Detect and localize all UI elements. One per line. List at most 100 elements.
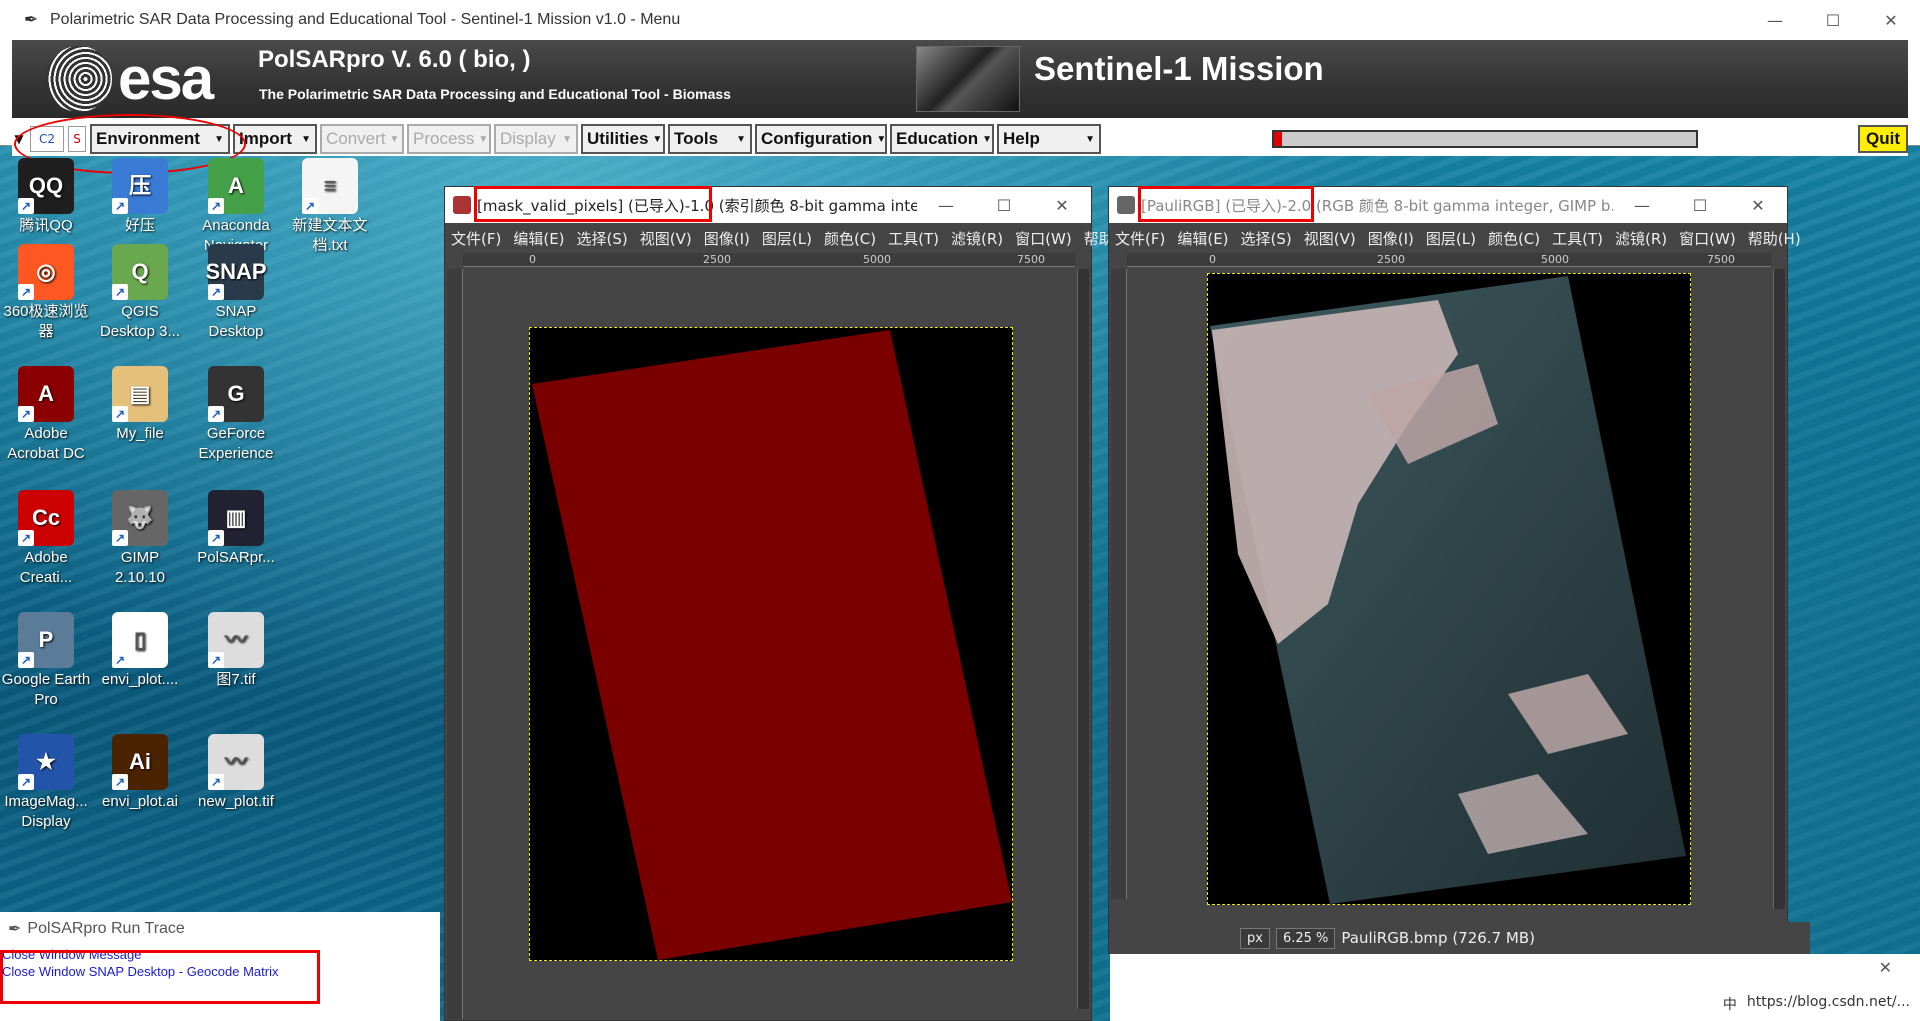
desktop-icon[interactable]: ≡ ↗ 新建文本文档.txt <box>284 158 376 256</box>
menu-environment-button[interactable]: Environment ▼ <box>90 124 230 154</box>
gimp-menu-item[interactable]: 窗口(W) <box>1015 228 1072 249</box>
desktop-icon[interactable]: ▯ ↗ envi_plot.... <box>94 612 186 690</box>
maximize-button[interactable]: ☐ <box>1804 0 1862 40</box>
desktop-icon[interactable]: Ai ↗ envi_plot.ai <box>94 734 186 812</box>
gimp-menu-item[interactable]: 颜色(C) <box>824 228 876 249</box>
mode-field[interactable]: S <box>68 126 86 152</box>
gimp-mask-window[interactable]: [mask_valid_pixels] (已导入)-1.0 (索引颜色 8-bi… <box>444 186 1114 1021</box>
desktop-icon[interactable]: ▥ ↗ PolSARpr... <box>190 490 282 568</box>
caret-down-icon: ▼ <box>1085 133 1095 145</box>
gimp-menu-item[interactable]: 视图(V) <box>1304 228 1356 249</box>
ruler-tick: 0 <box>1209 253 1216 266</box>
menu-help-button[interactable]: Help ▼ <box>997 124 1101 154</box>
desktop-icon[interactable]: G ↗ GeForce Experience <box>190 366 282 464</box>
shortcut-arrow-icon: ↗ <box>302 198 318 214</box>
gimp-mask-menubar: 文件(F) 编辑(E) 选择(S) 视图(V) 图像(I) 图层(L) 颜色(C) 工具(T)… <box>445 223 1114 253</box>
caret-down-icon: ▼ <box>652 133 663 145</box>
caret-down-icon: ▼ <box>562 133 572 145</box>
gimp-menu-item[interactable]: 图像(I) <box>704 228 750 249</box>
gimp-menu-item[interactable]: 编辑(E) <box>1177 228 1228 249</box>
gimp-menu-item[interactable]: 文件(F) <box>1115 228 1165 249</box>
menu-education-button[interactable]: Education ▼ <box>890 124 994 154</box>
gimp-menu-item[interactable]: 图层(L) <box>1426 228 1476 249</box>
gimp-mask-titlebar: [mask_valid_pixels] (已导入)-1.0 (索引颜色 8-bi… <box>445 187 1091 223</box>
progress-fill <box>1274 132 1283 146</box>
maximize-button[interactable]: ☐ <box>1671 187 1729 223</box>
desktop-icon-label: GeForce Experience <box>198 425 274 462</box>
quit-button[interactable]: Quit <box>1858 125 1908 153</box>
ime-indicator[interactable]: 中 <box>1723 994 1737 1014</box>
gimp-menu-item[interactable]: 图层(L) <box>762 228 812 249</box>
maximize-button[interactable]: ☐ <box>975 187 1033 223</box>
minimize-button[interactable]: — <box>1613 187 1671 223</box>
desktop-icon[interactable]: QQ ↗ 腾讯QQ <box>0 158 92 236</box>
ruler-tick: 5000 <box>863 253 891 266</box>
desktop-icon[interactable]: SNAP ↗ SNAP Desktop <box>190 244 282 342</box>
shortcut-arrow-icon: ↗ <box>18 284 34 300</box>
gimp-menu-item[interactable]: 图像(I) <box>1368 228 1414 249</box>
gimp-menu-item[interactable]: 选择(S) <box>577 228 628 249</box>
esa-swirl-icon <box>46 46 112 112</box>
caret-down-icon: ▼ <box>301 133 311 145</box>
gimp-menu-item[interactable]: 滤镜(R) <box>951 228 1003 249</box>
zoom-select[interactable]: 6.25 % <box>1275 927 1336 949</box>
pauli-canvas[interactable] <box>1207 273 1691 905</box>
menu-convert-button[interactable]: Convert ▼ <box>320 124 404 154</box>
gimp-menu-item[interactable]: 帮助(H) <box>1748 228 1801 249</box>
gimp-menu-item[interactable]: 工具(T) <box>888 228 939 249</box>
gimp-menu-item[interactable]: 颜色(C) <box>1488 228 1540 249</box>
gimp-menu-item[interactable]: 窗口(W) <box>1679 228 1736 249</box>
desktop-icon[interactable]: A ↗ Adobe Acrobat DC <box>0 366 92 464</box>
desktop-icon[interactable]: ◎ ↗ 360极速浏览器 <box>0 244 92 342</box>
gimp-menu-item[interactable]: 工具(T) <box>1552 228 1603 249</box>
desktop-icon[interactable]: 压 ↗ 好压 <box>94 158 186 236</box>
desktop-icon[interactable]: ★ ↗ ImageMag... Display <box>0 734 92 832</box>
dropdown-arrow-icon[interactable]: ▼ <box>12 126 26 152</box>
vertical-scrollbar[interactable] <box>1077 269 1089 1009</box>
close-icon[interactable]: ✕ <box>1879 958 1892 977</box>
close-button[interactable]: ✕ <box>1862 0 1920 40</box>
close-button[interactable]: ✕ <box>1033 187 1091 223</box>
desktop-icon[interactable]: 〰 ↗ new_plot.tif <box>190 734 282 812</box>
menu-label: Process <box>413 129 475 148</box>
gimp-status-bar: px 6.25 % PauliRGB.bmp (726.7 MB) <box>1110 922 1810 954</box>
vertical-scrollbar[interactable] <box>1773 269 1785 909</box>
gimp-menu-item[interactable]: 视图(V) <box>640 228 692 249</box>
desktop-icon[interactable]: ▤ ↗ My_file <box>94 366 186 444</box>
desktop-icon-label: envi_plot.... <box>101 671 179 688</box>
menu-tools-button[interactable]: Tools ▼ <box>668 124 752 154</box>
gimp-menu-item[interactable]: 滤镜(R) <box>1615 228 1667 249</box>
shortcut-arrow-icon: ↗ <box>208 198 224 214</box>
minimize-button[interactable]: — <box>1746 0 1804 40</box>
app-icon: 压 ↗ <box>112 158 168 214</box>
dataset-format-field[interactable]: C2 <box>30 126 64 152</box>
gimp-icon <box>453 196 471 214</box>
desktop-icon-label: 新建文本文档.txt <box>292 217 368 254</box>
gimp-menu-item[interactable]: 文件(F) <box>451 228 501 249</box>
desktop-icon[interactable]: A↗Anaconda Navigator <box>190 158 282 256</box>
desktop-icon[interactable]: Q ↗ QGIS Desktop 3... <box>94 244 186 342</box>
desktop-icon-label: GIMP 2.10.10 <box>114 549 166 586</box>
menu-import-button[interactable]: Import ▼ <box>233 124 317 154</box>
minimize-button[interactable]: — <box>917 187 975 223</box>
run-trace-window[interactable]: ✒ PolSARpro Run Trace Close Window Messa… <box>0 912 440 1021</box>
app-icon: ★ ↗ <box>18 734 74 790</box>
banner-subtitle: The Polarimetric SAR Data Processing and… <box>259 86 731 102</box>
mask-canvas[interactable] <box>529 327 1013 961</box>
desktop-icon[interactable]: Cc ↗ Adobe Creati... <box>0 490 92 588</box>
menu-display-button[interactable]: Display ▼ <box>494 124 578 154</box>
unit-select[interactable]: px <box>1240 927 1270 949</box>
desktop-icon[interactable]: P ↗ Google Earth Pro <box>0 612 92 710</box>
desktop-icon[interactable]: 🐺 ↗ GIMP 2.10.10 <box>94 490 186 588</box>
menu-configuration-button[interactable]: Configuration ▼ <box>755 124 887 154</box>
window-controls: — ☐ ✕ <box>917 187 1091 223</box>
main-window-title: Polarimetric SAR Data Processing and Edu… <box>50 11 681 28</box>
desktop-icon[interactable]: 〰 ↗ 图7.tif <box>190 612 282 690</box>
gimp-pauli-window[interactable]: [PauliRGB] (已导入)-2.0 (RGB 颜色 8-bit gamma… <box>1108 186 1801 954</box>
gimp-menu-item[interactable]: 选择(S) <box>1241 228 1292 249</box>
menu-utilities-button[interactable]: Utilities ▼ <box>581 124 665 154</box>
gimp-menu-item[interactable]: 编辑(E) <box>513 228 564 249</box>
menu-label: Help <box>1003 129 1040 148</box>
menu-process-button[interactable]: Process ▼ <box>407 124 491 154</box>
close-button[interactable]: ✕ <box>1729 187 1787 223</box>
